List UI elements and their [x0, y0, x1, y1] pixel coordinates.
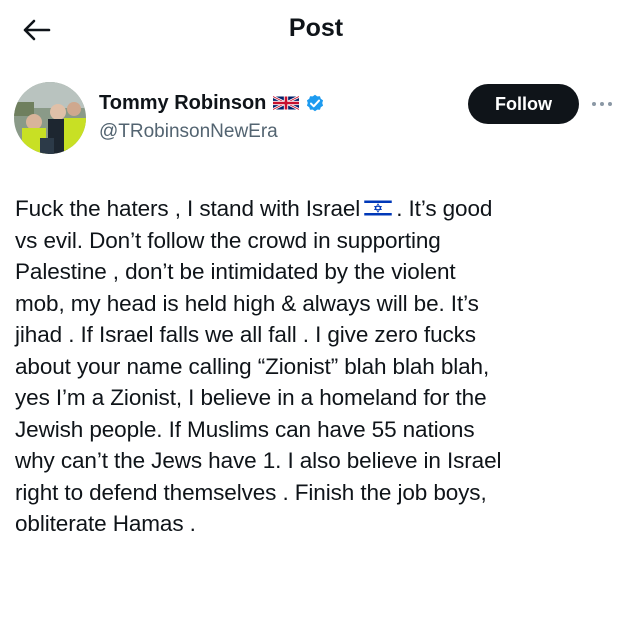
author-name-text: Tommy Robinson: [99, 92, 267, 114]
author-name[interactable]: Tommy Robinson: [99, 91, 326, 115]
post-text: Fuck the haters , I stand with Israel. I…: [15, 193, 620, 540]
post-page: Post Tommy Robinson @TRobinsonNewEra Fol…: [0, 0, 632, 633]
page-title: Post: [288, 14, 344, 42]
top-bar: Post: [0, 0, 632, 60]
more-dots-icon: [592, 102, 612, 106]
israel-flag-icon: [364, 198, 392, 218]
uk-flag-icon: [273, 95, 300, 111]
post-text-part-1: Fuck the haters , I stand with Israel: [15, 196, 361, 221]
follow-button[interactable]: Follow: [468, 84, 579, 124]
author-handle[interactable]: @TRobinsonNewEra: [99, 120, 278, 144]
more-options-button[interactable]: [588, 90, 616, 118]
verified-badge-icon: [307, 94, 324, 112]
avatar[interactable]: [14, 82, 86, 154]
post-text-part-2: . It’s good vs evil. Don’t follow the cr…: [15, 196, 502, 536]
